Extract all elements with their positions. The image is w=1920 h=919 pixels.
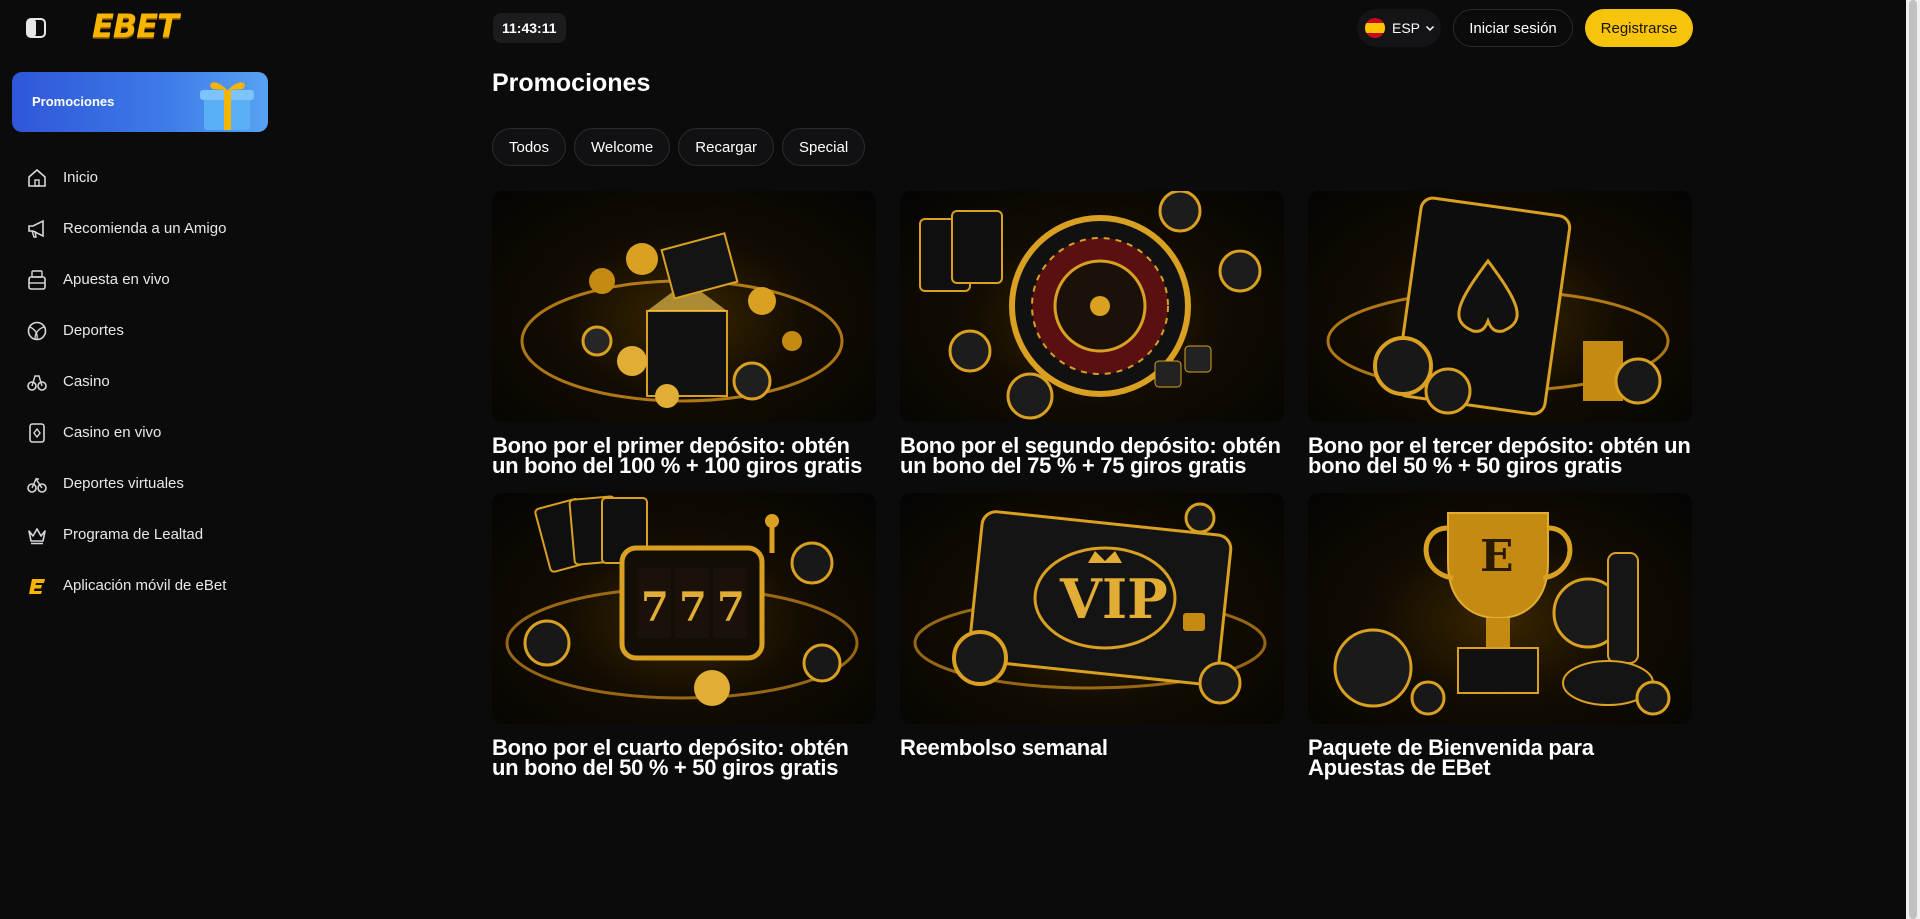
promotions-banner-label: Promociones xyxy=(32,94,115,109)
sidebar-item-casino[interactable]: Casino xyxy=(0,356,282,407)
sidebar-item-label: Casino en vivo xyxy=(63,424,162,441)
gift-icon xyxy=(200,82,254,130)
promotions-banner[interactable]: Promociones xyxy=(12,72,268,132)
sidebar-item-aplicacion-movil[interactable]: Aplicación móvil de eBet xyxy=(0,560,282,611)
promo-card[interactable]: 7 7 7 Bono por el cuarto depósito: obtén… xyxy=(492,493,876,795)
promo-title: Bono por el cuarto depósito: obtén un bo… xyxy=(492,735,849,780)
promo-title: Bono por el tercer depósito: obtén un bo… xyxy=(1308,433,1691,478)
spain-flag-icon xyxy=(1365,18,1385,38)
register-button[interactable]: Registrarse xyxy=(1585,9,1693,47)
sidebar-item-programa-de-lealtad[interactable]: Programa de Lealtad xyxy=(0,509,282,560)
sidebar-item-casino-en-vivo[interactable]: Casino en vivo xyxy=(0,407,282,458)
promo-image-vip-card[interactable]: VIP xyxy=(900,493,1284,724)
promo-title: Reembolso semanal xyxy=(900,735,1108,760)
promo-image-gift-coins[interactable] xyxy=(492,191,876,422)
svg-text:7: 7 xyxy=(717,584,745,631)
promo-title: Bono por el segundo depósito: obtén un b… xyxy=(900,433,1281,478)
chevron-down-icon xyxy=(1425,25,1435,32)
svg-text:E: E xyxy=(1480,531,1514,582)
promo-card[interactable]: E Paquete de Bienvenida para Apuestas de… xyxy=(1308,493,1692,795)
sidebar-nav: Inicio Recomienda a un Amigo Apuesta en … xyxy=(0,152,282,611)
filter-todos[interactable]: Todos xyxy=(492,128,567,166)
language-label: ESP xyxy=(1392,20,1421,36)
promo-image-ace-spades[interactable] xyxy=(1308,191,1692,422)
app: EBET Promociones Inicio Recomienda a un … xyxy=(0,0,1920,919)
promo-image-roulette[interactable] xyxy=(900,191,1284,422)
svg-text:7: 7 xyxy=(679,584,707,631)
sidebar-item-label: Apuesta en vivo xyxy=(63,271,170,288)
scrollbar-thumb[interactable] xyxy=(1909,0,1917,919)
filter-special[interactable]: Special xyxy=(781,128,866,166)
sidebar-item-apuesta-en-vivo[interactable]: Apuesta en vivo xyxy=(0,254,282,305)
logo-text: EBET xyxy=(92,7,179,45)
ebet-logo[interactable]: EBET xyxy=(92,7,179,45)
promo-title: Paquete de Bienvenida para Apuestas de E… xyxy=(1308,735,1594,780)
promo-card[interactable]: Bono por el segundo depósito: obtén un b… xyxy=(900,191,1284,493)
promo-card[interactable]: VIP Reembolso semanal xyxy=(900,493,1284,795)
sidebar-item-label: Aplicación móvil de eBet xyxy=(63,577,227,594)
sidebar-item-recomienda[interactable]: Recomienda a un Amigo xyxy=(0,203,282,254)
crown-icon xyxy=(26,524,48,546)
promo-image-trophy[interactable]: E xyxy=(1308,493,1692,724)
sidebar-item-label: Deportes virtuales xyxy=(63,475,184,492)
sidebar-item-label: Programa de Lealtad xyxy=(63,526,204,543)
sidebar-item-label: Recomienda a un Amigo xyxy=(63,220,227,237)
card-icon xyxy=(26,422,48,444)
sidebar-item-inicio[interactable]: Inicio xyxy=(0,152,282,203)
promo-card[interactable]: Bono por el primer depósito: obtén un bo… xyxy=(492,191,876,493)
login-button[interactable]: Iniciar sesión xyxy=(1453,9,1573,47)
home-icon xyxy=(26,167,48,189)
sidebar-item-deportes[interactable]: Deportes xyxy=(0,305,282,356)
casino-icon xyxy=(26,371,48,393)
live-bet-icon xyxy=(26,269,48,291)
sidebar-toggle-icon[interactable] xyxy=(24,16,48,40)
ebet-app-icon xyxy=(26,575,48,597)
svg-text:VIP: VIP xyxy=(1059,567,1168,631)
promotions-grid: Bono por el primer depósito: obtén un bo… xyxy=(492,191,1692,795)
promo-filters: Todos Welcome Recargar Special xyxy=(492,128,866,166)
sidebar-item-label: Casino xyxy=(63,373,110,390)
sidebar-item-deportes-virtuales[interactable]: Deportes virtuales xyxy=(0,458,282,509)
ball-icon xyxy=(26,320,48,342)
promo-card[interactable]: Bono por el tercer depósito: obtén un bo… xyxy=(1308,191,1692,493)
virtual-sports-icon xyxy=(26,473,48,495)
sidebar: EBET Promociones Inicio Recomienda a un … xyxy=(0,0,282,919)
sidebar-toggle[interactable] xyxy=(24,10,48,46)
language-selector[interactable]: ESP xyxy=(1357,9,1441,47)
sidebar-item-label: Deportes xyxy=(63,322,124,339)
svg-text:7: 7 xyxy=(641,584,669,631)
sidebar-item-label: Inicio xyxy=(63,169,99,186)
page-title: Promociones xyxy=(492,69,651,97)
clock: 11:43:11 xyxy=(493,13,566,43)
filter-recargar[interactable]: Recargar xyxy=(678,128,774,166)
filter-welcome[interactable]: Welcome xyxy=(574,128,671,166)
scrollbar[interactable] xyxy=(1906,0,1920,919)
megaphone-icon xyxy=(26,218,48,240)
promo-image-slot-777[interactable]: 7 7 7 xyxy=(492,493,876,724)
promo-title: Bono por el primer depósito: obtén un bo… xyxy=(492,433,863,478)
